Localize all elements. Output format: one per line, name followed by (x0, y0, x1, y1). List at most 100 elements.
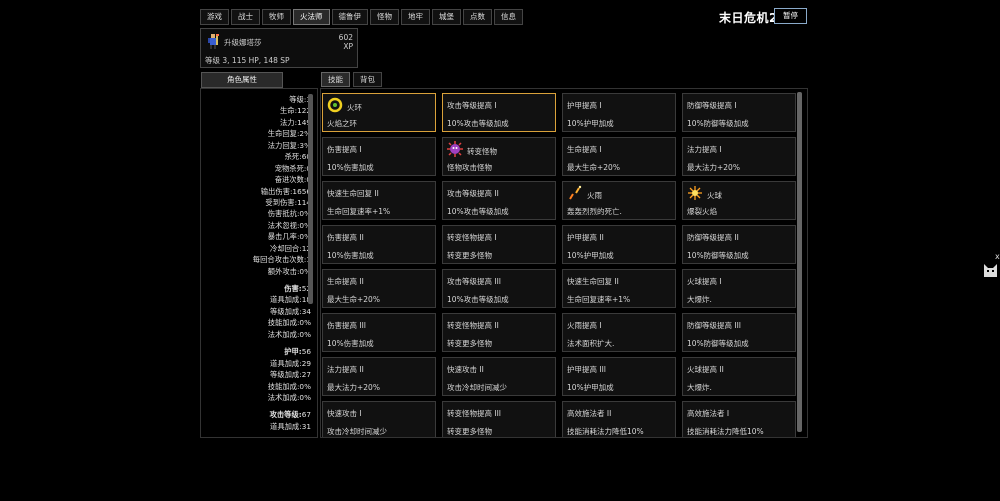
attribute-row: 法力回复: 3% (201, 140, 311, 151)
skill-card[interactable]: 快速生命回复 II 生命回复速率+1% (322, 181, 436, 220)
skill-title: 火雨提高 I (567, 321, 602, 330)
skill-card[interactable]: 护甲提高 II 10%护甲加成 (562, 225, 676, 264)
attribute-label: 额外攻击 (267, 266, 297, 276)
attribute-label: 技能加成 (267, 318, 297, 328)
skill-title: 转变怪物提高 I (447, 233, 497, 242)
hero-name: 升级娜塔莎 (224, 38, 262, 47)
attribute-label: 生命回复 (267, 129, 297, 139)
skill-card[interactable]: 火球提高 I 大爆炸. (682, 269, 796, 308)
pause-button[interactable]: 暂停 (774, 8, 807, 24)
skill-card[interactable]: 转变怪物提高 III 转变更多怪物 (442, 401, 556, 437)
attribute-value: 0% (299, 381, 311, 391)
hero-card[interactable]: 升级娜塔莎 602 XP 等级 3, 115 HP, 148 SP (200, 28, 358, 68)
skill-desc: 10%防御等级加成 (687, 251, 749, 260)
skill-title: 法力提高 II (327, 365, 364, 374)
tab-0[interactable]: 游戏 (200, 9, 229, 25)
attributes-scrollbar[interactable] (308, 94, 313, 304)
skill-card[interactable]: 火雨提高 I 法术面积扩大. (562, 313, 676, 352)
skill-card[interactable]: 护甲提高 III 10%护甲加成 (562, 357, 676, 396)
skill-card[interactable]: 攻击等级提高 III 10%攻击等级加成 (442, 269, 556, 308)
skill-card[interactable]: 高效施法者 II 技能消耗法力降低10% (562, 401, 676, 437)
skill-desc: 10%伤害加成 (327, 339, 374, 348)
skill-title: 护甲提高 I (567, 101, 602, 110)
attribute-row: 法术加成: 0% (201, 392, 311, 403)
skill-card[interactable]: 防御等级提高 II 10%防御等级加成 (682, 225, 796, 264)
attribute-value: 0% (299, 392, 311, 402)
skill-card[interactable]: 火环 火焰之环 (322, 93, 436, 132)
tab-1[interactable]: 战士 (231, 9, 260, 25)
skill-card[interactable]: 快速生命回复 II 生命回复速率+1% (562, 269, 676, 308)
hero-stats: 等级 3, 115 HP, 148 SP (205, 56, 290, 65)
skills-panel: 火环 火焰之环 攻击等级提高 I 10%攻击等级加成 护甲提高 I 10%护甲加成 防御等级… (320, 88, 808, 438)
skill-card[interactable]: 转变怪物 怪物攻击怪物 (442, 137, 556, 176)
skill-card[interactable]: 护甲提高 I 10%护甲加成 (562, 93, 676, 132)
attribute-label: 道具加成 (270, 358, 300, 368)
skill-card[interactable]: 伤害提高 I 10%伤害加成 (322, 137, 436, 176)
skill-card[interactable]: 伤害提高 III 10%伤害加成 (322, 313, 436, 352)
skill-card[interactable]: 攻击等级提高 II 10%攻击等级加成 (442, 181, 556, 220)
skill-desc: 最大法力+20% (687, 163, 740, 172)
attribute-row: 法术加成: 0% (201, 329, 311, 340)
attribute-label: 伤害抵抗 (267, 209, 297, 219)
attribute-row: 杀死: 60 (201, 151, 311, 162)
attribute-label: 冷却回合 (270, 243, 300, 253)
attribute-value: 34 (301, 306, 311, 316)
skill-card[interactable]: 高效施法者 I 技能消耗法力降低10% (682, 401, 796, 437)
skill-title: 防御等级提高 I (687, 101, 737, 110)
skill-desc: 10%伤害加成 (327, 251, 374, 260)
attribute-label: 暴击几率 (267, 232, 297, 242)
skill-desc: 攻击冷却时间减少 (447, 383, 507, 392)
attribute-value: 56 (301, 347, 311, 357)
attribute-value: 0% (299, 318, 311, 328)
skill-desc: 怪物攻击怪物 (447, 163, 492, 172)
skill-desc: 10%攻击等级加成 (447, 207, 509, 216)
attribute-row: 冷却回合: 12 (201, 243, 311, 254)
fire-rain-icon (567, 185, 583, 201)
skill-card[interactable]: 火球提高 II 大爆炸. (682, 357, 796, 396)
skill-desc: 法术面积扩大. (567, 339, 615, 348)
attribute-label: 等级加成 (270, 306, 300, 316)
tab-2[interactable]: 牧师 (262, 9, 291, 25)
subtab-0[interactable]: 技能 (321, 72, 350, 87)
attribute-row: 宠物杀死: 0 (201, 163, 311, 174)
close-icon[interactable]: x (995, 252, 1000, 261)
attribute-value: 67 (301, 410, 311, 420)
skill-card[interactable]: 防御等级提高 I 10%防御等级加成 (682, 93, 796, 132)
skill-card[interactable]: 生命提高 II 最大生命+20% (322, 269, 436, 308)
skill-title: 法力提高 I (687, 145, 722, 154)
attribute-label: 生命 (280, 106, 295, 116)
tab-5[interactable]: 怪物 (370, 9, 399, 25)
skill-card[interactable]: 防御等级提高 III 10%防御等级加成 (682, 313, 796, 352)
skill-desc: 轰轰烈烈的死亡. (567, 207, 622, 216)
tab-4[interactable]: 德鲁伊 (331, 9, 368, 25)
tab-8[interactable]: 点数 (463, 9, 492, 25)
tab-9[interactable]: 信息 (494, 9, 523, 25)
skills-scrollbar[interactable] (797, 92, 802, 432)
attributes-tab[interactable]: 角色属性 (201, 72, 283, 88)
skill-card[interactable]: 快速攻击 I 攻击冷却时间减少 (322, 401, 436, 437)
skill-card[interactable]: 生命提高 I 最大生命+20% (562, 137, 676, 176)
skill-desc: 转变更多怪物 (447, 427, 492, 436)
attributes-panel: 等级: 3生命: 122法力: 149生命回复: 2%法力回复: 3%杀死: 6… (200, 88, 318, 438)
skill-card[interactable]: 法力提高 I 最大法力+20% (682, 137, 796, 176)
skill-card[interactable]: 火球 爆裂火焰 (682, 181, 796, 220)
skill-title: 高效施法者 II (567, 409, 612, 418)
tab-3[interactable]: 火法师 (293, 9, 330, 25)
skill-card[interactable]: 转变怪物提高 I 转变更多怪物 (442, 225, 556, 264)
skill-card[interactable]: 法力提高 II 最大法力+20% (322, 357, 436, 396)
skill-card[interactable]: 伤害提高 II 10%伤害加成 (322, 225, 436, 264)
cat-icon[interactable] (983, 263, 998, 278)
tab-6[interactable]: 地牢 (401, 9, 430, 25)
tab-7[interactable]: 城堡 (432, 9, 461, 25)
attribute-value: 0% (299, 329, 311, 339)
skill-card[interactable]: 转变怪物提高 II 转变更多怪物 (442, 313, 556, 352)
skill-card[interactable]: 火雨 轰轰烈烈的死亡. (562, 181, 676, 220)
skill-desc: 大爆炸. (687, 383, 712, 392)
skill-title: 快速生命回复 II (327, 189, 379, 198)
attribute-row: 额外攻击: 0% (201, 266, 311, 277)
subtab-1[interactable]: 背包 (353, 72, 382, 87)
skill-card[interactable]: 快速攻击 II 攻击冷却时间减少 (442, 357, 556, 396)
skill-desc: 生命回复速率+1% (327, 207, 391, 216)
skill-title: 攻击等级提高 I (447, 101, 497, 110)
skill-card[interactable]: 攻击等级提高 I 10%攻击等级加成 (442, 93, 556, 132)
